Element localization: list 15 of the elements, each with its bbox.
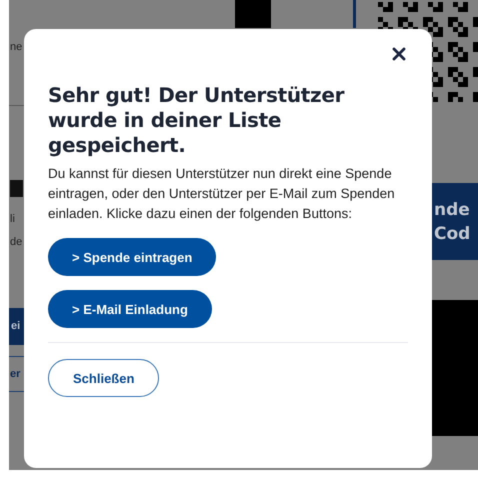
action-button[interactable]: > E-Mail Einladung — [48, 290, 212, 328]
dialog-title: Sehr gut! Der Unterstützer wurde in deiner Liste gespeichert. — [48, 83, 346, 158]
banner-text: Cod — [434, 222, 470, 246]
page-button[interactable]: ei — [9, 308, 24, 345]
close-icon — [392, 47, 406, 61]
body-text: li — [10, 212, 15, 226]
divider-line — [353, 0, 356, 28]
action-button[interactable]: > Spende eintragen — [48, 238, 216, 276]
heading-fragment — [10, 180, 23, 197]
close-dialog-button[interactable]: Schließen — [48, 359, 160, 397]
dark-block — [235, 0, 271, 28]
dialog-message: Du kannst für diesen Unterstützer nun direkt eine Spende eintragen, oder den Unterstützer per E-Mail zum Spenden einladen. Klicke dazu einen der folgenden Buttons: — [48, 165, 396, 223]
body-text: de — [10, 235, 22, 249]
banner-text: nde — [434, 198, 470, 222]
close-button[interactable] — [390, 45, 408, 63]
